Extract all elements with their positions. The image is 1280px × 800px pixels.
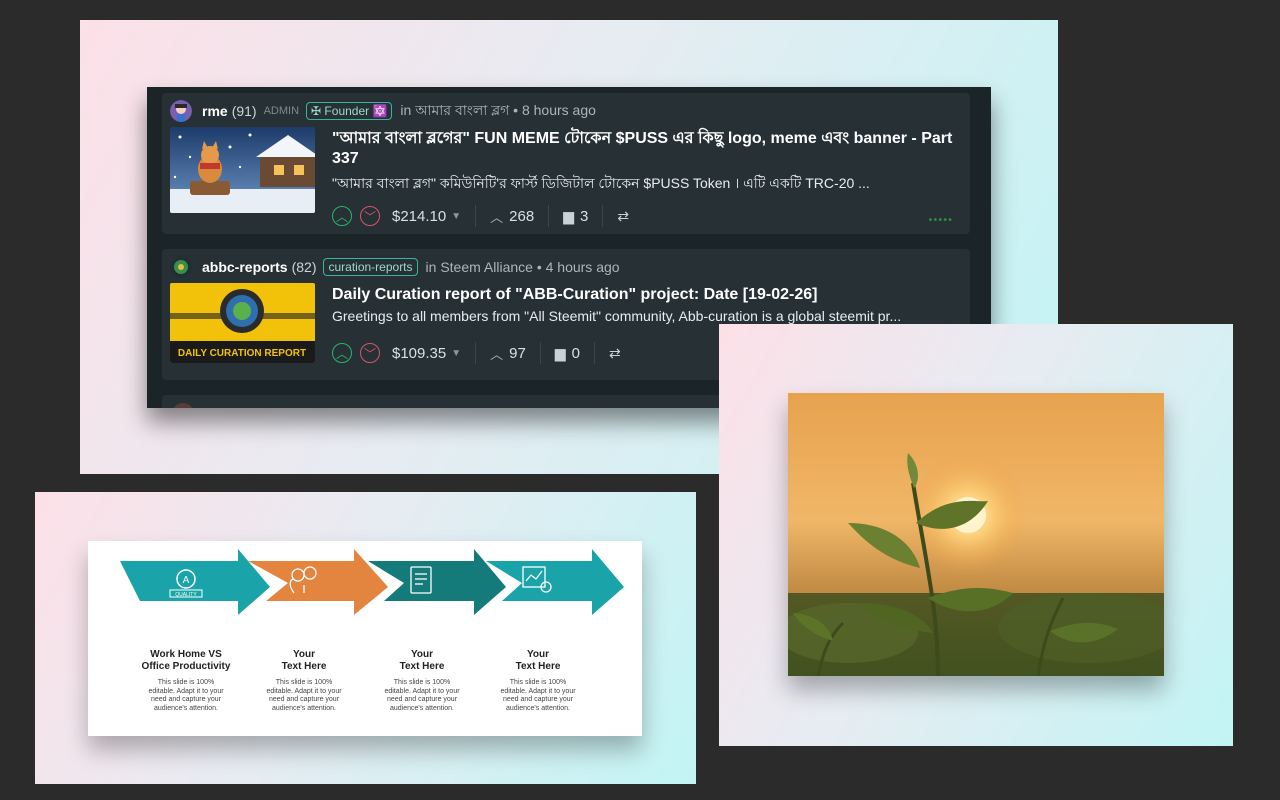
infographic-slide: A QUALITY Work Home VS Office Productivit… xyxy=(88,541,642,736)
author-avatar[interactable] xyxy=(172,403,194,408)
step-heading: Work Home VS Office Productivity xyxy=(141,649,231,672)
comments-icon[interactable]: ▆ xyxy=(563,208,574,225)
post-thumbnail[interactable]: DAILY CURATION REPORT xyxy=(170,283,315,363)
step-heading: Your Text Here xyxy=(281,649,327,672)
divider xyxy=(539,342,541,364)
author-reputation: (82) xyxy=(291,259,317,275)
post-actions: ︿ ﹀ $214.10 ▼ ︿ 268 ▆ 3 ⇄ xyxy=(332,204,629,228)
divider xyxy=(602,205,604,227)
vote-count[interactable]: 97 xyxy=(509,345,526,362)
post-title[interactable]: "আমার বাংলা ব্লগের" FUN MEME টোকেন $PUSS… xyxy=(332,129,962,169)
process-step: Your Text Here This slide is 100% editable… xyxy=(370,649,474,713)
svg-text:QUALITY: QUALITY xyxy=(175,592,197,598)
process-step: Work Home VS Office Productivity This sli… xyxy=(134,649,238,713)
process-arrows: A QUALITY xyxy=(120,549,624,615)
author-reputation: (91) xyxy=(231,103,257,119)
step-description: This slide is 100% editable. Adapt it to … xyxy=(266,679,342,712)
votes-icon: ︿ xyxy=(490,209,504,225)
post-excerpt[interactable]: "আমার বাংলা ব্লগ" কমিউনিটি'র ফার্স্ট ডিজ… xyxy=(332,172,962,196)
payout-value[interactable]: $214.10 xyxy=(392,208,446,225)
author-badge: ✠ Founder 🔯 xyxy=(306,102,393,120)
author-avatar[interactable] xyxy=(170,256,192,278)
process-step: Your Text Here This slide is 100% editable… xyxy=(486,649,590,713)
author-name[interactable]: abbc-reports xyxy=(202,259,288,275)
payout-dropdown-icon[interactable]: ▼ xyxy=(451,348,461,359)
reply-count[interactable]: 0 xyxy=(572,345,580,362)
payout-dropdown-icon[interactable]: ▼ xyxy=(451,211,461,222)
votes-icon: ︿ xyxy=(490,346,504,362)
svg-text:A: A xyxy=(183,575,190,586)
community-and-time[interactable]: in Steem Alliance • 4 hours ago xyxy=(426,259,620,275)
resteem-icon[interactable]: ⇄ xyxy=(617,208,629,225)
step-heading: Your Text Here xyxy=(515,649,561,672)
status-dots-icon: ••••• xyxy=(927,215,953,226)
payout-value[interactable]: $109.35 xyxy=(392,345,446,362)
vote-count[interactable]: 268 xyxy=(509,208,534,225)
step-heading: Your Text Here xyxy=(399,649,445,672)
step-description: This slide is 100% editable. Adapt it to … xyxy=(384,679,460,712)
downvote-icon[interactable]: ﹀ xyxy=(360,206,380,226)
post-excerpt[interactable]: Greetings to all members from "All Steem… xyxy=(332,308,962,324)
author-role: ADMIN xyxy=(263,105,300,117)
community-and-time[interactable]: in আমার বাংলা ব্লগ • 8 hours ago xyxy=(400,99,596,123)
post-meta: abbc-reports (82) curation-reports in St… xyxy=(170,255,620,279)
post-meta: rme (91) ADMIN ✠ Founder 🔯 in আমার বাংলা… xyxy=(170,99,596,123)
upvote-icon[interactable]: ︿ xyxy=(332,343,352,363)
post-title[interactable]: Daily Curation report of "ABB-Curation" … xyxy=(332,285,962,305)
reply-count[interactable]: 3 xyxy=(580,208,588,225)
post-thumbnail[interactable] xyxy=(170,127,315,213)
divider xyxy=(593,342,595,364)
upvote-icon[interactable]: ︿ xyxy=(332,206,352,226)
sunset-tea-plant-photo xyxy=(788,393,1164,676)
resteem-icon[interactable]: ⇄ xyxy=(609,345,621,362)
thumbnail-caption: DAILY CURATION REPORT xyxy=(178,348,306,359)
step-description: This slide is 100% editable. Adapt it to … xyxy=(148,679,224,712)
process-step: Your Text Here This slide is 100% editable… xyxy=(252,649,356,713)
comments-icon[interactable]: ▆ xyxy=(555,345,566,362)
author-badge: curation-reports xyxy=(323,258,418,276)
step-description: This slide is 100% editable. Adapt it to … xyxy=(500,679,576,712)
divider xyxy=(475,342,477,364)
downvote-icon[interactable]: ﹀ xyxy=(360,343,380,363)
author-avatar[interactable] xyxy=(170,100,192,122)
divider xyxy=(475,205,477,227)
post-actions: ︿ ﹀ $109.35 ▼ ︿ 97 ▆ 0 ⇄ xyxy=(332,341,621,365)
feed-post[interactable]: rme (91) ADMIN ✠ Founder 🔯 in আমার বাংলা… xyxy=(162,93,970,234)
divider xyxy=(548,205,550,227)
author-name[interactable]: rme xyxy=(202,103,228,119)
